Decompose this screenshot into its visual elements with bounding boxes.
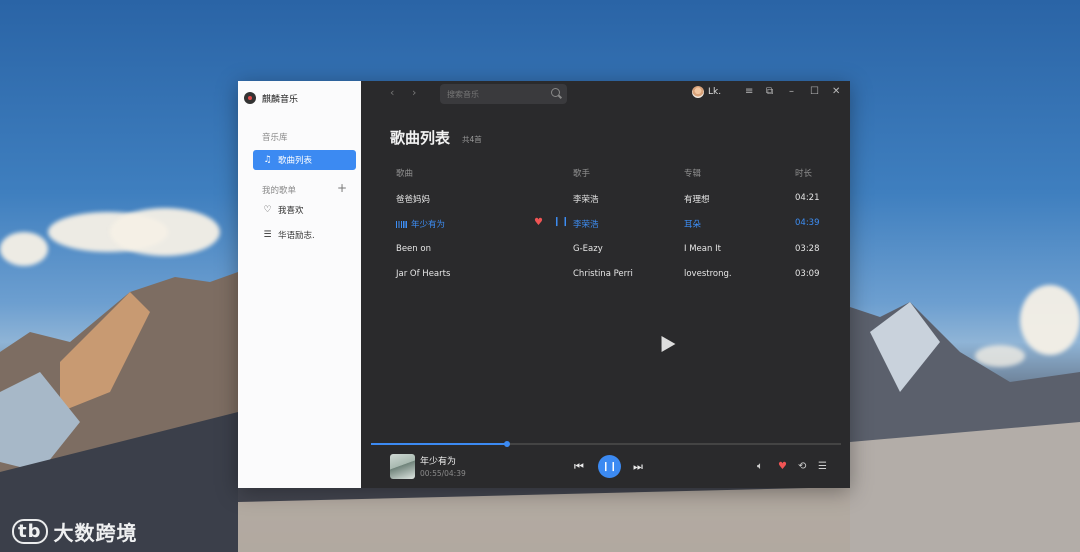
page-title: 歌曲列表 (390, 129, 451, 147)
user-profile[interactable]: Lk. (692, 86, 721, 98)
like-heart-icon[interactable]: ♥ (534, 217, 543, 228)
song-artist[interactable]: 李荣浩 (573, 193, 599, 205)
progress-bar[interactable] (371, 441, 841, 447)
mini-mode-icon[interactable]: ⧉ (766, 87, 773, 97)
song-count: 共4首 (462, 135, 482, 144)
song-album[interactable]: lovestrong. (684, 269, 732, 279)
progress-fill (371, 443, 508, 445)
watermark-text: 大数跨境 (53, 521, 138, 545)
pause-icon: ❙❙ (601, 461, 618, 472)
album-cover[interactable] (390, 454, 415, 479)
heart-outline-icon: ♡ (263, 205, 272, 215)
now-playing-time: 00:55/04:39 (420, 469, 466, 478)
song-album[interactable]: 有理想 (684, 193, 710, 205)
mouse-cursor-icon (654, 331, 676, 353)
play-queue-icon[interactable]: ☰ (818, 461, 827, 472)
app-logo-icon (244, 92, 256, 104)
favorite-heart-icon[interactable]: ♥ (778, 461, 787, 472)
sidebar-item-label: 华语励志. (278, 231, 315, 241)
song-title: 年少有为 (411, 220, 446, 230)
column-header-artist[interactable]: 歌手 (573, 167, 590, 179)
sidebar-item-favorites[interactable]: ♡ 我喜欢 (253, 200, 356, 220)
watermark-logo-icon: tb (12, 519, 48, 544)
minimize-icon[interactable]: – (789, 87, 794, 97)
playlist-icon: ☰ (263, 230, 272, 240)
search-icon[interactable] (551, 88, 560, 97)
column-header-album[interactable]: 专辑 (684, 167, 701, 179)
pause-indicator-icon[interactable]: ❙❙ (553, 217, 570, 227)
column-header-duration[interactable]: 时长 (795, 167, 812, 179)
app-brand: 麒麟音乐 (238, 81, 361, 108)
song-title: Been on (396, 243, 431, 254)
user-name: Lk. (708, 87, 722, 97)
sidebar-item-song-list[interactable]: ♫ 歌曲列表 (253, 150, 356, 170)
sidebar: 麒麟音乐 音乐库 ♫ 歌曲列表 我的歌单 + ♡ 我喜欢 ☰ 华语励志. (238, 81, 361, 488)
table-row[interactable]: Been on G-Eazy I Mean It 03:28 (390, 237, 824, 263)
song-artist[interactable]: Christina Perri (573, 269, 633, 279)
song-album[interactable]: 耳朵 (684, 218, 701, 230)
table-row[interactable]: 爸爸妈妈 李荣浩 有理想 04:21 (390, 186, 824, 212)
now-playing-title: 年少有为 (420, 457, 457, 467)
topbar: ‹ › Lk. ≡ ⧉ – ☐ ✕ (361, 81, 850, 106)
add-playlist-icon[interactable]: + (337, 181, 347, 195)
sidebar-item-label: 歌曲列表 (278, 156, 313, 166)
music-note-icon: ♫ (263, 155, 272, 165)
back-arrow-icon[interactable]: ‹ (390, 86, 394, 99)
library-section-label: 音乐库 (262, 133, 288, 143)
song-table: 歌曲 歌手 专辑 时长 爸爸妈妈 李荣浩 有理想 04:21 年少有为 ♥ ❙❙… (390, 160, 824, 288)
song-album[interactable]: I Mean It (684, 244, 721, 254)
table-header: 歌曲 歌手 专辑 时长 (390, 160, 824, 186)
sidebar-item-playlist[interactable]: ☰ 华语励志. (253, 225, 356, 245)
song-duration: 04:39 (795, 218, 820, 228)
main-panel: ‹ › Lk. ≡ ⧉ – ☐ ✕ 歌曲列表 共4首 歌曲 歌手 专辑 时长 (361, 81, 850, 488)
menu-icon[interactable]: ≡ (745, 87, 753, 97)
repeat-mode-icon[interactable]: ⟲ (798, 461, 806, 472)
song-title: Jar Of Hearts (396, 269, 451, 279)
watermark: tb 大数跨境 (12, 517, 138, 546)
progress-thumb[interactable] (504, 441, 511, 447)
table-row-playing[interactable]: 年少有为 ♥ ❙❙ 李荣浩 耳朵 04:39 (390, 211, 824, 237)
song-artist[interactable]: G-Eazy (573, 244, 603, 254)
next-track-icon[interactable]: ⏭ (633, 460, 643, 474)
volume-icon[interactable]: 🔈︎ (757, 461, 763, 472)
playlists-header: 我的歌单 + (238, 181, 361, 196)
song-title: 爸爸妈妈 (396, 194, 431, 205)
pause-button[interactable]: ❙❙ (598, 455, 621, 478)
search-box (440, 84, 567, 104)
previous-track-icon[interactable]: ⏮ (574, 460, 584, 474)
table-row[interactable]: Jar Of Hearts Christina Perri lovestrong… (390, 262, 824, 288)
song-duration: 04:21 (795, 192, 820, 203)
cloud (110, 208, 220, 256)
sidebar-item-label: 我喜欢 (278, 206, 304, 216)
forward-arrow-icon[interactable]: › (412, 86, 416, 99)
column-header-song[interactable]: 歌曲 (396, 167, 413, 179)
now-playing-equalizer-icon (396, 221, 407, 228)
song-artist[interactable]: 李荣浩 (573, 218, 599, 230)
music-app-window: 麒麟音乐 音乐库 ♫ 歌曲列表 我的歌单 + ♡ 我喜欢 ☰ 华语励志. ‹ › (238, 81, 850, 488)
avatar (692, 86, 704, 98)
song-duration: 03:09 (795, 269, 820, 279)
search-input[interactable] (440, 88, 549, 100)
app-name: 麒麟音乐 (262, 94, 299, 105)
song-duration: 03:28 (795, 243, 820, 254)
close-icon[interactable]: ✕ (832, 87, 840, 97)
song-title-cell: 年少有为 (396, 218, 445, 230)
cloud (0, 232, 48, 266)
maximize-icon[interactable]: ☐ (810, 87, 819, 97)
